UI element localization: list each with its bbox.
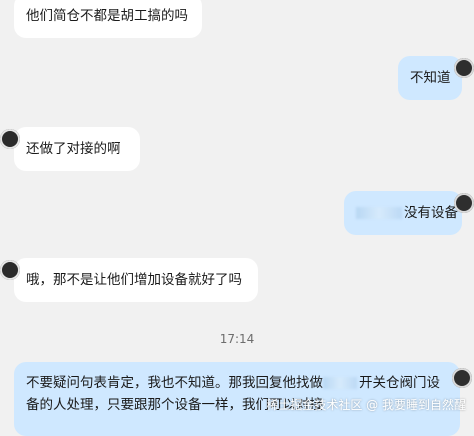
message-text-4: 没有设备 — [404, 205, 458, 221]
avatar[interactable] — [0, 129, 20, 149]
message-bubble-4[interactable]: 没有设备 — [344, 191, 474, 235]
avatar[interactable] — [454, 58, 474, 78]
redacted-text — [323, 377, 357, 389]
message-bubble-2[interactable]: 不知道 — [398, 56, 474, 100]
timestamp: 17:14 — [219, 332, 255, 346]
redacted-text — [356, 207, 402, 219]
message-bubble-3[interactable]: 还做了对接的啊 — [0, 127, 140, 171]
message-text-3: 还做了对接的啊 — [26, 141, 121, 157]
message-text-6b: 开关仓阀门设 — [359, 375, 440, 391]
message-text-6a: 不要疑问句表肯定，我也不知道。那我回复他找做 — [26, 375, 323, 391]
avatar[interactable] — [452, 368, 472, 388]
avatar[interactable] — [0, 260, 20, 280]
message-text-2: 不知道 — [410, 70, 451, 86]
watermark: 稀土掘金技术社区 @ 我要睡到自然醒 — [266, 398, 466, 412]
message-text-5: 哦，那不是让他们增加设备就好了吗 — [26, 272, 242, 288]
message-line-1: 不要疑问句表肯定，我也不知道。那我回复他找做 开关仓阀门设 — [26, 372, 448, 394]
message-bubble-5[interactable]: 哦，那不是让他们增加设备就好了吗 — [0, 258, 258, 302]
avatar[interactable] — [454, 193, 474, 213]
message-text-1: 他们简仓不都是胡工搞的吗 — [26, 8, 188, 24]
message-bubble-1[interactable]: 他们简仓不都是胡工搞的吗 — [14, 0, 202, 38]
